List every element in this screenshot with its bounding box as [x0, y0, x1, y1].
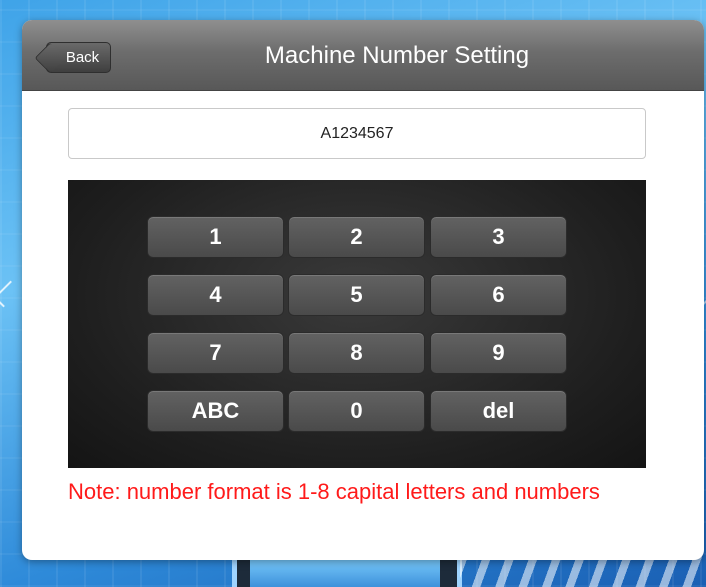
numeric-keypad: 1 2 3 4 5 6 7 8 9 ABC 0 del: [68, 180, 646, 468]
background-device-screen: [250, 556, 440, 587]
back-button[interactable]: Back: [46, 42, 111, 73]
key-9[interactable]: 9: [430, 332, 567, 374]
key-6[interactable]: 6: [430, 274, 567, 316]
key-4[interactable]: 4: [147, 274, 284, 316]
key-5[interactable]: 5: [288, 274, 425, 316]
dialog-title: Machine Number Setting: [264, 42, 530, 69]
format-note: Note: number format is 1-8 capital lette…: [68, 479, 600, 504]
machine-number-dialog: Back Machine Number Setting A1234567 1 2…: [22, 20, 704, 560]
dialog-header: Back Machine Number Setting: [22, 20, 704, 91]
machine-number-field[interactable]: A1234567: [68, 108, 646, 159]
key-delete[interactable]: del: [430, 390, 567, 432]
back-button-label: Back: [65, 49, 100, 66]
key-3[interactable]: 3: [430, 216, 567, 258]
key-1[interactable]: 1: [147, 216, 284, 258]
key-abc[interactable]: ABC: [147, 390, 284, 432]
key-7[interactable]: 7: [147, 332, 284, 374]
key-8[interactable]: 8: [288, 332, 425, 374]
key-0[interactable]: 0: [288, 390, 425, 432]
key-2[interactable]: 2: [288, 216, 425, 258]
